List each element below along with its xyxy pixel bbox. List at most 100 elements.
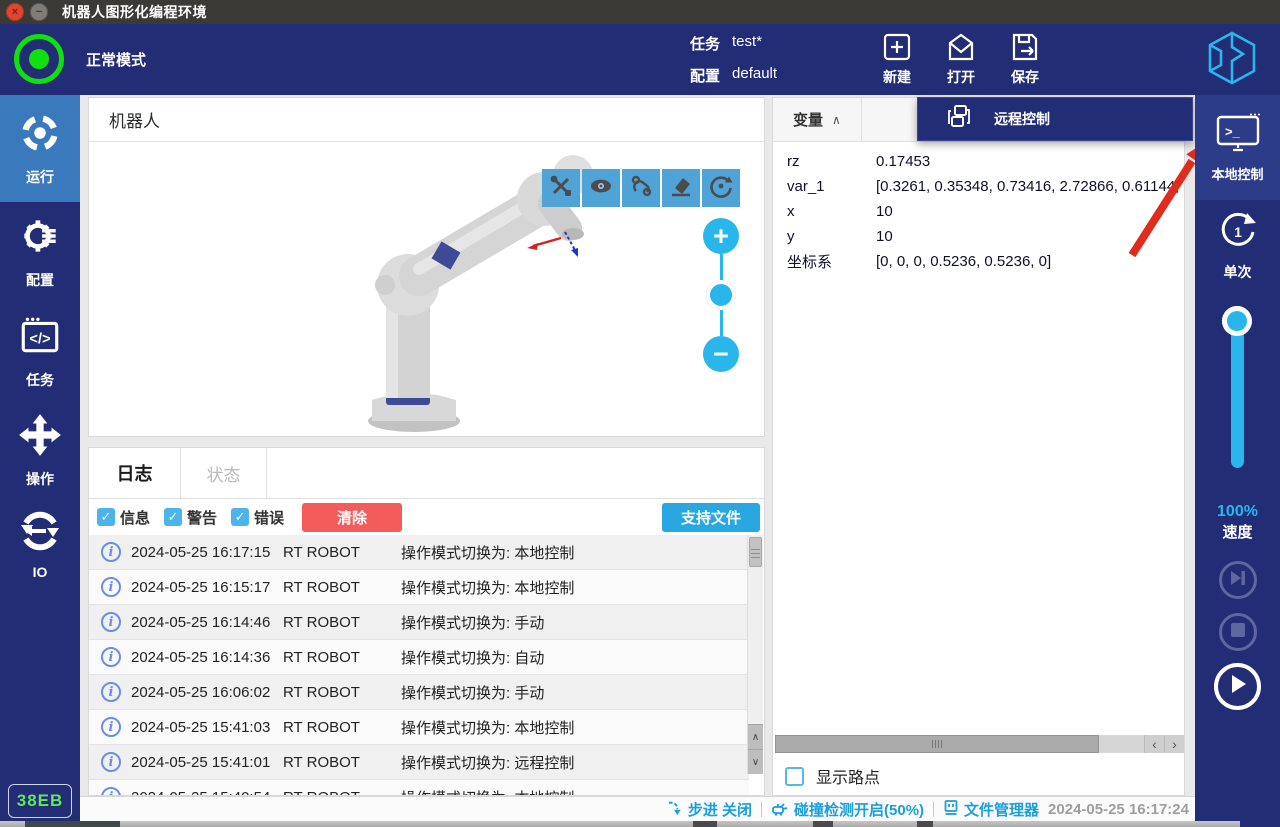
checkbox-checked-icon: ✓ — [97, 508, 115, 526]
single-run-button[interactable]: 1 单次 — [1195, 211, 1280, 282]
save-button[interactable]: 保存 — [1008, 30, 1042, 87]
collapse-chevron-icon: ∧ — [832, 113, 841, 127]
speed-label: 速度 — [1195, 521, 1280, 542]
tools-icon — [548, 173, 574, 204]
log-row[interactable]: i 2024-05-25 16:15:17RT ROBOT操作模式切换为: 本地… — [89, 570, 749, 605]
scroll-right-button[interactable]: › — [1164, 735, 1184, 753]
step-mode-toggle[interactable]: 步进 关闭 — [666, 799, 752, 820]
background-window-edge — [1240, 821, 1280, 827]
window-title: 机器人图形化编程环境 — [62, 2, 207, 22]
code-glyph: </> — [29, 331, 50, 347]
log-filters: ✓ 信息 ✓ 警告 ✓ 错误 清除 支持文件 — [89, 499, 764, 535]
info-icon: i — [101, 577, 121, 597]
status-bar: 步进 关闭 碰撞检测开启(50%) — [80, 796, 1195, 821]
open-button[interactable]: 打开 — [944, 30, 978, 87]
zoom-track — [720, 310, 723, 336]
background-window-edge — [25, 821, 120, 827]
log-row[interactable]: i 2024-05-25 15:41:01RT ROBOT操作模式切换为: 远程… — [89, 745, 749, 780]
path-icon — [628, 173, 654, 204]
open-file-icon — [944, 30, 978, 64]
speed-value: 100% — [1195, 503, 1280, 521]
scrollbar-thumb[interactable] — [775, 735, 1099, 753]
scroll-left-button[interactable]: ‹ — [1144, 735, 1164, 753]
info-icon: i — [101, 682, 121, 702]
tools-button[interactable] — [542, 169, 580, 207]
prompt-glyph: >_ — [1225, 124, 1241, 139]
brand-logo — [1206, 30, 1258, 91]
new-button[interactable]: 新建 — [880, 30, 914, 87]
local-control-button[interactable]: >_ 本地控制 — [1195, 95, 1280, 200]
tab-status[interactable]: 状态 — [181, 448, 267, 498]
log-row[interactable]: i 2024-05-25 16:14:36RT ROBOT操作模式切换为: 自动 — [89, 640, 749, 675]
task-value: test* — [732, 33, 762, 54]
variables-tab[interactable]: 变量 ∧ — [773, 98, 862, 141]
drive-icon — [943, 799, 959, 820]
log-row[interactable]: i 2024-05-25 16:17:15RT ROBOT操作模式切换为: 本地… — [89, 535, 749, 570]
sidebar-item-io[interactable]: IO — [0, 500, 80, 588]
show-waypoints-checkbox[interactable]: 显示路点 — [785, 764, 880, 788]
rotate-view-button[interactable] — [702, 169, 740, 207]
filter-error-checkbox[interactable]: ✓ 错误 — [231, 507, 284, 528]
zoom-handle[interactable] — [706, 280, 736, 310]
zoom-out-button[interactable]: − — [703, 336, 739, 372]
background-window-edge — [0, 821, 1280, 827]
speed-slider-handle[interactable] — [1222, 306, 1252, 336]
task-config-block: 任务 test* 配置 default — [690, 33, 777, 86]
header-actions: 新建 打开 保存 — [880, 30, 1042, 87]
speed-slider-track[interactable] — [1231, 320, 1244, 468]
stop-button[interactable] — [1219, 613, 1257, 651]
zoom-in-button[interactable]: + — [703, 218, 739, 254]
log-list: i 2024-05-25 16:17:15RT ROBOT操作模式切换为: 本地… — [89, 535, 749, 796]
log-vertical-scrollbar[interactable]: ∧ ∨ — [747, 535, 763, 774]
step-forward-button[interactable] — [1219, 561, 1257, 599]
play-button[interactable] — [1214, 663, 1261, 710]
sidebar-item-task[interactable]: </> 任务 — [0, 301, 80, 401]
checkbox-unchecked-icon — [785, 767, 804, 786]
step-arrow-icon — [666, 799, 683, 820]
info-icon: i — [101, 647, 121, 667]
right-control-bar: >_ 本地控制 1 单次 100% 速度 — [1195, 95, 1280, 827]
minimize-icon[interactable]: − — [30, 3, 48, 21]
swap-circle-icon — [18, 509, 62, 556]
scroll-down-button[interactable]: ∨ — [748, 749, 763, 774]
filter-warning-checkbox[interactable]: ✓ 警告 — [164, 507, 217, 528]
file-manager-button[interactable]: 文件管理器 — [943, 799, 1039, 820]
clear-button[interactable]: 清除 — [302, 503, 402, 532]
collision-detection-toggle[interactable]: 碰撞检测开启(50%) — [771, 799, 924, 820]
log-row[interactable]: i 2024-05-25 16:06:02RT ROBOT操作模式切换为: 手动 — [89, 675, 749, 710]
status-badge[interactable]: 38EB — [8, 784, 72, 818]
eye-icon — [588, 173, 614, 204]
sidebar-item-run[interactable]: 运行 — [0, 95, 80, 202]
skip-next-icon — [1229, 570, 1247, 591]
variables-horizontal-scrollbar[interactable]: ‹ › — [775, 735, 1184, 753]
remote-screens-icon — [918, 104, 972, 135]
sidebar-item-operate[interactable]: 操作 — [0, 401, 80, 500]
robot-3d-view[interactable]: + − — [89, 142, 764, 437]
zoom-control: + − — [703, 218, 739, 372]
sidebar-item-config[interactable]: 配置 — [0, 202, 80, 301]
rotate-icon — [708, 173, 734, 204]
mode-label: 正常模式 — [86, 49, 146, 70]
move-arrows-icon — [17, 412, 63, 461]
status-ring-icon — [14, 34, 64, 84]
log-row[interactable]: i 2024-05-25 16:14:46RT ROBOT操作模式切换为: 手动 — [89, 605, 749, 640]
visibility-button[interactable] — [582, 169, 620, 207]
eraser-button[interactable] — [662, 169, 700, 207]
scroll-up-button[interactable]: ∧ — [748, 724, 763, 749]
path-button[interactable] — [622, 169, 660, 207]
log-row[interactable]: i 2024-05-25 15:40:54RT ROBOT操作模式切换为: 本地… — [89, 780, 749, 796]
left-sidebar: 运行 配置 </> — [0, 95, 80, 827]
checkbox-checked-icon: ✓ — [231, 508, 249, 526]
stop-icon — [1231, 623, 1245, 642]
header: 正常模式 任务 test* 配置 default 新建 — [0, 24, 1280, 95]
code-window-icon: </> — [17, 313, 63, 362]
scrollbar-thumb[interactable] — [749, 537, 762, 567]
task-label: 任务 — [690, 33, 720, 54]
log-row[interactable]: i 2024-05-25 15:41:03RT ROBOT操作模式切换为: 本地… — [89, 710, 749, 745]
status-timestamp: 2024-05-25 16:17:24 — [1048, 801, 1189, 818]
close-icon[interactable]: × — [6, 3, 24, 21]
robot-panel: 机器人 — [88, 97, 765, 437]
filter-info-checkbox[interactable]: ✓ 信息 — [97, 507, 150, 528]
tab-log[interactable]: 日志 — [89, 448, 181, 498]
support-files-button[interactable]: 支持文件 — [662, 503, 760, 532]
